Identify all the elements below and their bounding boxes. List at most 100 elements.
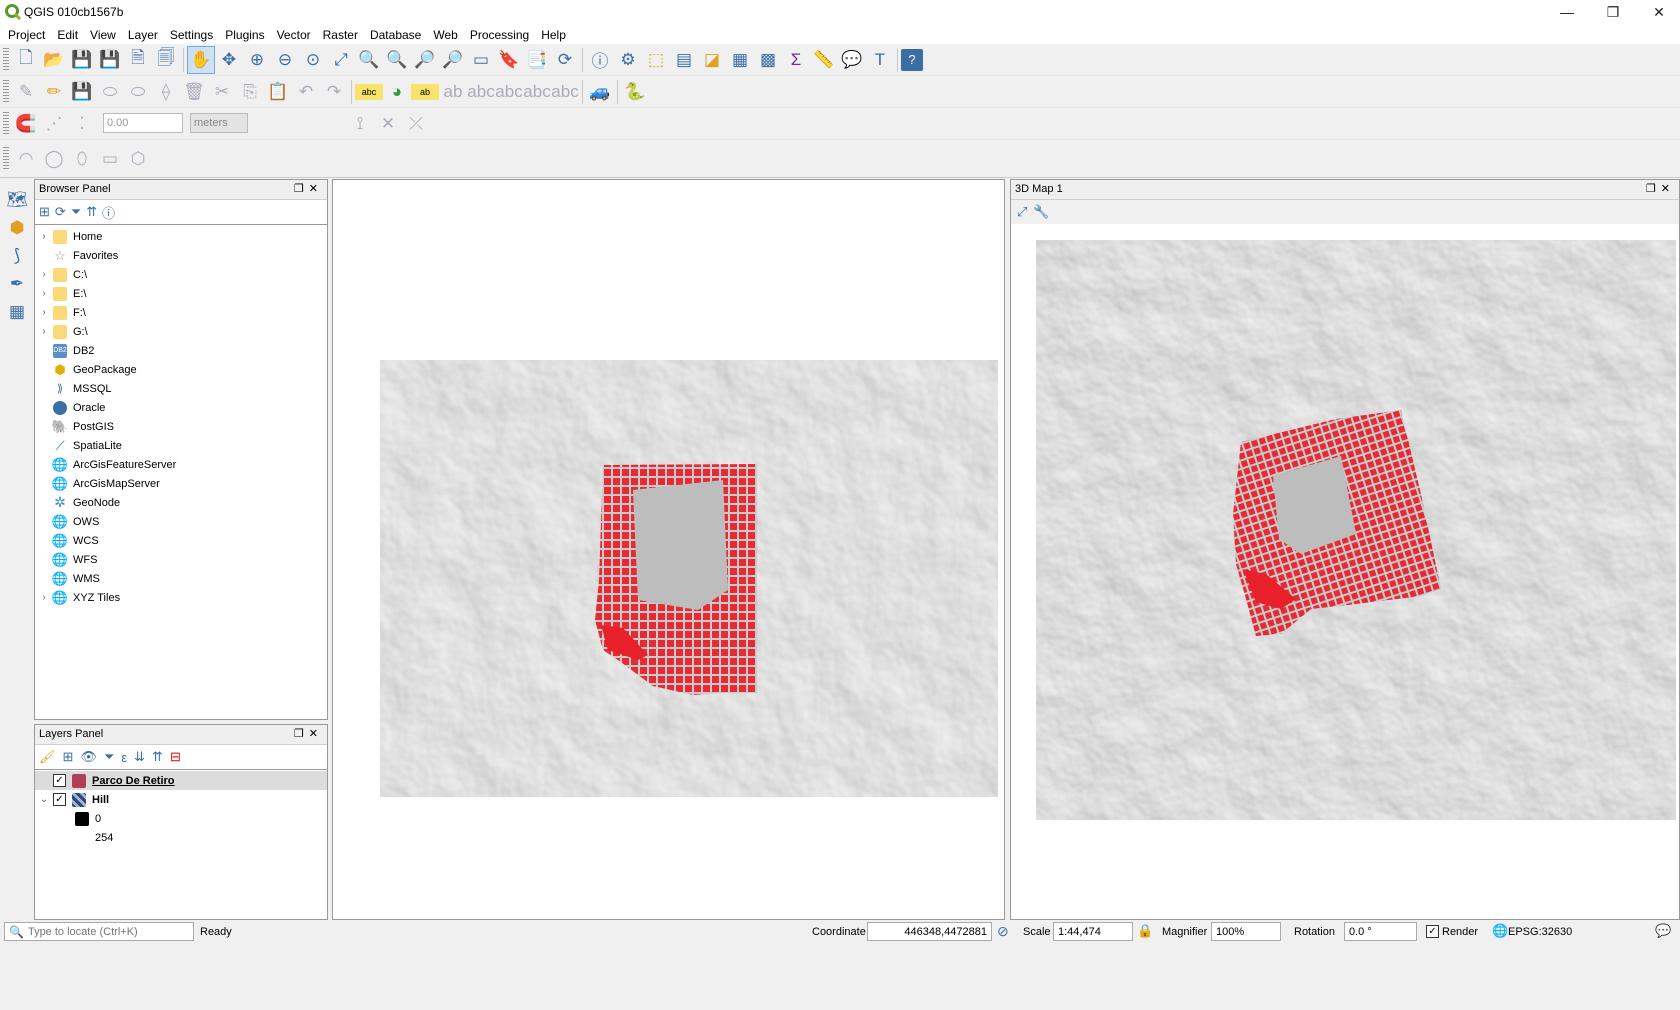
cut-icon[interactable]: ✂ — [208, 78, 236, 106]
new-bookmark-icon[interactable]: 🔖 — [495, 46, 523, 74]
minimize-button[interactable]: — — [1544, 0, 1590, 24]
collapse-all-icon[interactable]: ⇈ — [152, 749, 163, 765]
data-source-manager-icon[interactable]: 🗺 — [3, 186, 31, 214]
topology-icon[interactable]: ⟟ — [346, 110, 374, 138]
zoom-in-icon[interactable]: ⊕ — [243, 46, 271, 74]
menu-project[interactable]: Project — [3, 24, 52, 44]
browser-item-g-drive[interactable]: › G:\ — [35, 322, 327, 341]
browser-item-wfs[interactable]: 🌐 WFS — [35, 550, 327, 569]
add-selected-icon[interactable]: ⊞ — [39, 204, 50, 220]
layer-visibility-checkbox[interactable]: ✓ — [53, 793, 66, 806]
browser-item-c-drive[interactable]: › C:\ — [35, 265, 327, 284]
menu-edit[interactable]: Edit — [52, 24, 85, 44]
layer-labeling-icon[interactable]: ◕ — [383, 78, 411, 106]
browser-item-home[interactable]: › Home — [35, 227, 327, 246]
remove-layer-icon[interactable]: ⊟ — [170, 749, 181, 765]
tolerance-icon[interactable]: ⁚ — [68, 110, 96, 138]
expand-all-icon[interactable]: ⇊ — [134, 749, 145, 765]
new-print-layout-icon[interactable]: 🗎 — [124, 46, 152, 74]
menu-database[interactable]: Database — [365, 24, 428, 44]
zoom-next-icon[interactable]: 🔎 — [439, 46, 467, 74]
new-shapefile-icon[interactable]: ✒ — [3, 270, 31, 298]
add-polygon-icon[interactable]: ⬡ — [124, 145, 152, 173]
zoom-layer-icon[interactable]: 🔍 — [383, 46, 411, 74]
browser-item-f-drive[interactable]: › F:\ — [35, 303, 327, 322]
redo-icon[interactable]: ↷ — [320, 78, 348, 106]
scale-combobox[interactable]: 1:44,474 — [1053, 922, 1133, 941]
magnifier-spinbox[interactable]: 100% — [1211, 922, 1281, 941]
delete-selected-icon[interactable]: 🗑 — [180, 78, 208, 106]
locator-input[interactable] — [27, 925, 178, 938]
browser-item-geopackage[interactable]: ⬢ GeoPackage — [35, 360, 327, 379]
new-map-view-icon[interactable]: ▭ — [467, 46, 495, 74]
menu-plugins[interactable]: Plugins — [220, 24, 271, 44]
trace-icon[interactable]: ⤫ — [402, 110, 430, 138]
menu-view[interactable]: View — [85, 24, 123, 44]
crs-button[interactable]: EPSG:32630 — [1508, 926, 1572, 938]
select-features-icon[interactable]: ⬚ — [642, 46, 670, 74]
panel-float-close-icon[interactable]: ❐✕ — [294, 727, 323, 740]
zoom-native-icon[interactable]: ⊙ — [299, 46, 327, 74]
coordinate-field[interactable]: 446348,4472881 — [867, 922, 992, 941]
filter-icon[interactable]: ⏷ — [71, 204, 81, 220]
browser-item-wcs[interactable]: 🌐 WCS — [35, 531, 327, 550]
style-manager-icon[interactable]: 🖌 — [39, 749, 56, 765]
zoom-out-icon[interactable]: ⊖ — [271, 46, 299, 74]
zoom-selection-icon[interactable]: 🔍 — [355, 46, 383, 74]
layer-hill[interactable]: ⌄ ✓ Hill — [35, 790, 327, 809]
add-raster-icon[interactable]: ▦ — [3, 298, 31, 326]
add-rectangle-icon[interactable]: ▭ — [96, 145, 124, 173]
select-by-value-icon[interactable]: ▤ — [670, 46, 698, 74]
configure-3d-icon[interactable]: 🔧 — [1033, 204, 1049, 220]
map-tips-icon[interactable]: 💬 — [838, 46, 866, 74]
pan-map-icon[interactable]: ✋ — [187, 45, 215, 74]
browser-item-geonode[interactable]: ✲ GeoNode — [35, 493, 327, 512]
save-project-icon[interactable]: 💾 — [68, 46, 96, 74]
expand-icon[interactable]: › — [35, 307, 53, 318]
menu-settings[interactable]: Settings — [165, 24, 220, 44]
filter-expression-icon[interactable]: ε — [121, 750, 127, 765]
browser-item-ows[interactable]: 🌐 OWS — [35, 512, 327, 531]
close-button[interactable]: ✕ — [1636, 0, 1680, 24]
browser-item-db2[interactable]: DB2 DB2 — [35, 341, 327, 360]
layout-manager-icon[interactable]: 🗐 — [152, 46, 180, 74]
snapping-vertex-icon[interactable]: ⋰ — [40, 110, 68, 138]
filter-legend-icon[interactable]: ⏷ — [104, 749, 114, 765]
vertex-tool-icon[interactable]: ⟠ — [152, 78, 180, 106]
expand-icon[interactable]: › — [35, 231, 53, 242]
restore-button[interactable]: ❐ — [1590, 0, 1636, 24]
render-checkbox[interactable]: ✓ — [1426, 925, 1439, 938]
show-hide-labels-icon[interactable]: abc — [467, 78, 495, 106]
add-group-icon[interactable]: ⊞ — [63, 749, 74, 765]
browser-item-spatialite[interactable]: ⟋ SpatiaLite — [35, 436, 327, 455]
panel-float-close-icon[interactable]: ❐✕ — [294, 182, 323, 195]
python-console-icon[interactable]: 🐍 — [621, 78, 649, 106]
menu-raster[interactable]: Raster — [318, 24, 365, 44]
crs-globe-icon[interactable]: 🌐 — [1492, 923, 1508, 939]
move-label-icon[interactable]: abc — [495, 78, 523, 106]
change-label-icon[interactable]: abc — [551, 78, 579, 106]
rotation-spinbox[interactable]: 0.0 ° — [1344, 922, 1417, 941]
manage-map-themes-icon[interactable]: 👁 — [80, 749, 97, 765]
browser-item-xyz-tiles[interactable]: › 🌐 XYZ Tiles — [35, 588, 327, 607]
browser-item-oracle[interactable]: Oracle — [35, 398, 327, 417]
browser-item-postgis[interactable]: 🐘 PostGIS — [35, 417, 327, 436]
menu-vector[interactable]: Vector — [272, 24, 318, 44]
add-geopackage-icon[interactable]: ⬢ — [3, 214, 31, 242]
menu-processing[interactable]: Processing — [465, 24, 536, 44]
copy-icon[interactable]: ⎘ — [236, 78, 264, 106]
attribute-table-icon[interactable]: ▦ — [726, 46, 754, 74]
zoom-last-icon[interactable]: 🔎 — [411, 46, 439, 74]
menu-help[interactable]: Help — [536, 24, 573, 44]
undo-icon[interactable]: ↶ — [292, 78, 320, 106]
messages-icon[interactable]: 💬 — [1655, 923, 1671, 939]
text-annotation-icon[interactable]: T — [866, 46, 894, 74]
run-action-icon[interactable]: ⚙ — [614, 46, 642, 74]
deselect-icon[interactable]: ◪ — [698, 46, 726, 74]
collapse-icon[interactable]: ⌄ — [35, 794, 53, 805]
menu-layer[interactable]: Layer — [123, 24, 165, 44]
browser-item-mssql[interactable]: ⟫ MSSQL — [35, 379, 327, 398]
add-vector-layer-icon[interactable]: ⟆ — [3, 242, 31, 270]
menu-web[interactable]: Web — [428, 24, 464, 44]
add-circular-string-icon[interactable]: ◠ — [12, 145, 40, 173]
